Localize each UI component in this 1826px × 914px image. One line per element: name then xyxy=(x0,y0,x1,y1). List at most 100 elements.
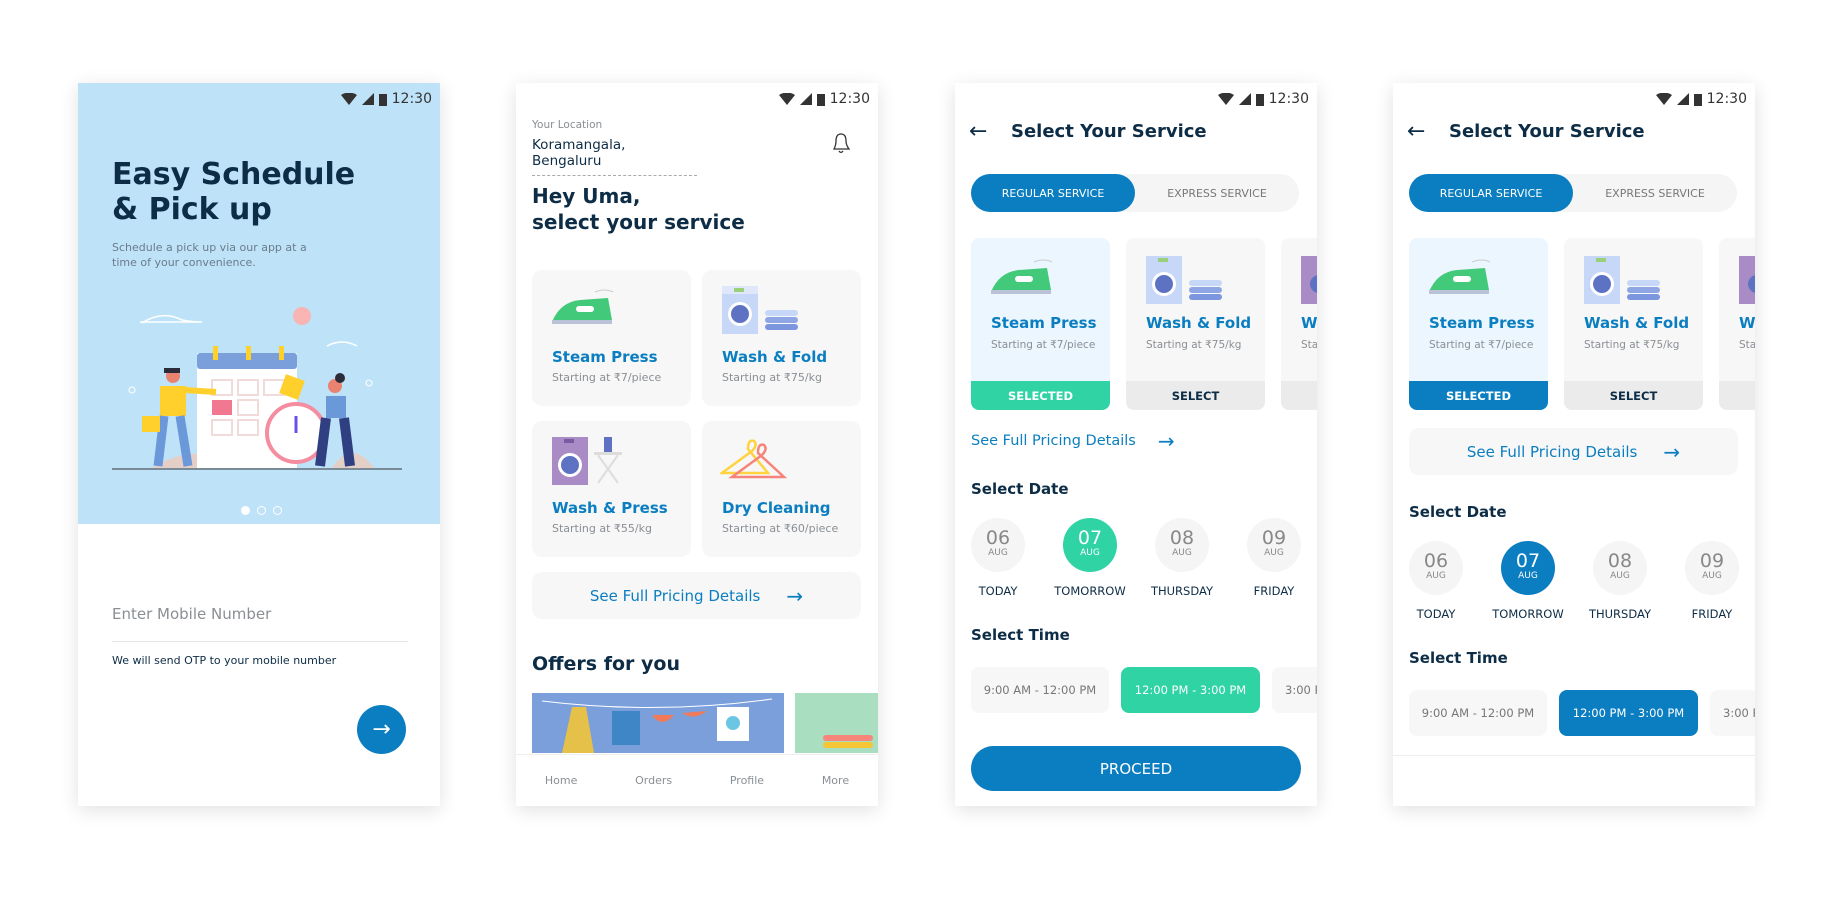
signal-icon xyxy=(1238,93,1251,105)
service-card-steam-press[interactable]: Steam Press Starting at ₹7/piece xyxy=(532,270,691,406)
full-pricing-link[interactable]: See Full Pricing Details → xyxy=(1409,428,1738,475)
date-option[interactable]: 09 AUG xyxy=(1685,541,1739,595)
service-name: Wash & Fold xyxy=(1584,314,1690,332)
mobile-number-input[interactable]: Enter Mobile Number xyxy=(112,605,408,642)
status-bar: 12:30 xyxy=(1217,89,1309,109)
service-card-wash-fold[interactable]: Wash & Fold Starting at ₹75/kg SELECT xyxy=(1126,238,1265,410)
service-price: Starting at ₹75/kg xyxy=(722,371,822,384)
tab-regular-service[interactable]: REGULAR SERVICE xyxy=(971,174,1135,212)
back-arrow-icon[interactable]: ← xyxy=(969,119,987,144)
greeting-line: Hey Uma, xyxy=(532,184,641,208)
date-month: AUG xyxy=(1080,548,1100,558)
iron-icon xyxy=(1429,259,1491,294)
tab-express-service[interactable]: EXPRESS SERVICE xyxy=(1573,174,1737,212)
signal-icon xyxy=(361,93,374,105)
pricing-link-label: See Full Pricing Details xyxy=(1466,442,1638,461)
arrow-right-icon: → xyxy=(372,717,391,742)
service-card-partial[interactable]: W Sta xyxy=(1281,238,1317,410)
select-button[interactable] xyxy=(1719,381,1755,410)
carousel-dot[interactable] xyxy=(273,506,282,515)
nav-profile[interactable]: Profile xyxy=(730,774,764,787)
carousel-dot[interactable] xyxy=(257,506,266,515)
full-pricing-link[interactable]: See Full Pricing Details → xyxy=(532,572,861,619)
wifi-icon xyxy=(1217,93,1234,105)
time-slot-selected[interactable]: 12:00 PM - 3:00 PM xyxy=(1559,690,1698,736)
time-slot-selected[interactable]: 12:00 PM - 3:00 PM xyxy=(1121,667,1260,713)
tab-regular-service[interactable]: REGULAR SERVICE xyxy=(1409,174,1573,212)
carousel-dot-active[interactable] xyxy=(241,506,250,515)
date-month: AUG xyxy=(1518,571,1538,581)
service-price: Starting at ₹60/piece xyxy=(722,522,839,535)
date-option-selected[interactable]: 07 AUG xyxy=(1501,541,1555,595)
date-option[interactable]: 08 AUG xyxy=(1593,541,1647,595)
service-card-dry-cleaning[interactable]: Dry Cleaning Starting at ₹60/piece xyxy=(702,421,861,557)
date-day: 06 xyxy=(1423,550,1449,572)
nav-orders[interactable]: Orders xyxy=(635,774,672,787)
arrow-right-icon: → xyxy=(786,583,804,608)
bottom-nav: Home Orders Profile More xyxy=(516,754,878,806)
time-slot[interactable]: 3:00 PM - 6:00 PM xyxy=(1710,690,1755,736)
select-time-heading: Select Time xyxy=(971,626,1070,644)
service-card-wash-fold[interactable]: Wash & Fold Starting at ₹75/kg SELECT xyxy=(1564,238,1703,410)
date-month: AUG xyxy=(1264,548,1284,558)
date-day: 07 xyxy=(1515,550,1541,572)
washing-machine-icon xyxy=(1146,256,1222,304)
time-slot[interactable]: 9:00 AM - 12:00 PM xyxy=(971,667,1109,713)
service-name: Dry Cleaning xyxy=(722,499,831,517)
battery-icon xyxy=(816,93,825,106)
bell-icon[interactable] xyxy=(830,131,852,155)
selected-badge[interactable]: SELECTED xyxy=(971,381,1110,410)
onboarding-title: Easy Schedule & Pick up xyxy=(112,157,355,227)
service-card-steam-press[interactable]: Steam Press Starting at ₹7/piece SELECTE… xyxy=(971,238,1110,410)
select-button[interactable] xyxy=(1281,381,1317,410)
clock: 12:30 xyxy=(391,91,432,107)
select-date-heading: Select Date xyxy=(1409,503,1507,521)
back-arrow-icon[interactable]: ← xyxy=(1407,119,1425,144)
service-name: W xyxy=(1301,314,1317,332)
select-time-heading: Select Time xyxy=(1409,649,1508,667)
nav-home[interactable]: Home xyxy=(545,774,577,787)
date-option[interactable]: 06 AUG xyxy=(1409,541,1463,595)
date-option[interactable]: 08 AUG xyxy=(1155,518,1209,572)
washing-machine-icon xyxy=(1584,256,1660,304)
time-slot[interactable]: 9:00 AM - 12:00 PM xyxy=(1409,690,1547,736)
date-option[interactable]: 06 AUG xyxy=(971,518,1025,572)
service-card-partial[interactable]: W Sta xyxy=(1719,238,1755,410)
service-name: Wash & Press xyxy=(552,499,668,517)
select-button[interactable]: SELECT xyxy=(1564,381,1703,410)
screen-title: Select Your Service xyxy=(1011,121,1207,142)
proceed-button[interactable]: PROCEED xyxy=(971,746,1301,791)
time-slot[interactable]: 3:00 PM - 6:00 PM xyxy=(1272,667,1317,713)
wifi-icon xyxy=(1655,93,1672,105)
wifi-icon xyxy=(340,93,357,105)
iron-icon xyxy=(991,259,1053,294)
location-label: Your Location xyxy=(532,119,603,131)
subtitle-line: time of your convenience. xyxy=(112,256,256,269)
date-day: 09 xyxy=(1261,527,1287,549)
next-button[interactable]: → xyxy=(357,705,406,754)
clock: 12:30 xyxy=(829,91,870,107)
tab-express-service[interactable]: EXPRESS SERVICE xyxy=(1135,174,1299,212)
select-service-screen-blue: 12:30 ← Select Your Service REGULAR SERV… xyxy=(1393,83,1755,806)
selected-badge[interactable]: SELECTED xyxy=(1409,381,1548,410)
select-date-heading: Select Date xyxy=(971,480,1069,498)
select-service-screen-green: 12:30 ← Select Your Service REGULAR SERV… xyxy=(955,83,1317,806)
date-day: 06 xyxy=(985,527,1011,549)
select-button[interactable]: SELECT xyxy=(1126,381,1265,410)
nav-more[interactable]: More xyxy=(822,774,849,787)
date-option-selected[interactable]: 07 AUG xyxy=(1063,518,1117,572)
date-label: TOMORROW xyxy=(1054,584,1126,598)
offer-banner-laundry[interactable] xyxy=(532,693,784,753)
date-label: TODAY xyxy=(1416,607,1456,621)
date-option[interactable]: 09 AUG xyxy=(1247,518,1301,572)
service-card-wash-fold[interactable]: Wash & Fold Starting at ₹75/kg xyxy=(702,270,861,406)
service-card-wash-press[interactable]: Wash & Press Starting at ₹55/kg xyxy=(532,421,691,557)
location-selector[interactable]: Koramangala, Bengaluru xyxy=(532,137,697,176)
battery-icon xyxy=(1693,93,1702,106)
service-card-steam-press[interactable]: Steam Press Starting at ₹7/piece SELECTE… xyxy=(1409,238,1548,410)
date-label: FRIDAY xyxy=(1253,584,1295,598)
title-line: & Pick up xyxy=(112,192,272,227)
full-pricing-link[interactable]: See Full Pricing Details → xyxy=(971,429,1175,453)
service-name: Steam Press xyxy=(991,314,1097,332)
offer-banner-folded[interactable] xyxy=(795,693,878,753)
